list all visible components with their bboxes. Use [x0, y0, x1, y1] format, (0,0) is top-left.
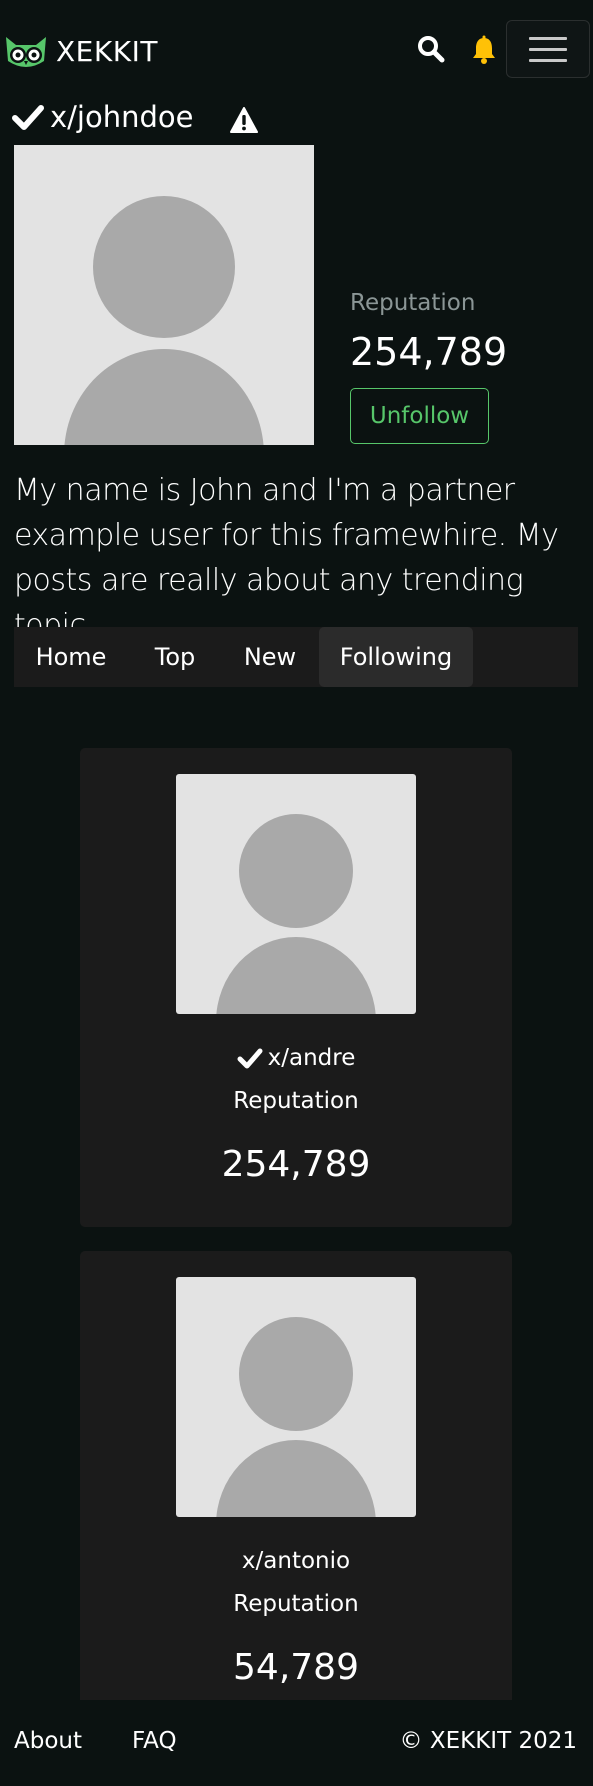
user-avatar	[176, 1277, 416, 1517]
brand-name: XEKKIT	[56, 34, 158, 68]
search-icon[interactable]	[415, 33, 447, 65]
reputation-value: 54,789	[233, 1647, 359, 1688]
tab-following[interactable]: Following	[319, 627, 473, 687]
following-username[interactable]: x/antonio	[80, 1548, 512, 1574]
brand-link[interactable]: XEKKIT	[4, 31, 158, 71]
reputation-label: Reputation	[233, 1591, 359, 1617]
hamburger-bar	[529, 48, 567, 51]
reputation-label: Reputation	[233, 1088, 359, 1114]
navbar: XEKKIT	[0, 0, 593, 96]
username-text: x/antonio	[241, 1548, 351, 1574]
following-card[interactable]: x/antonio Reputation 54,789	[80, 1251, 512, 1730]
verified-check-icon	[12, 105, 44, 130]
reputation-label: Reputation	[350, 290, 476, 316]
user-avatar	[176, 774, 416, 1014]
user-placeholder-icon	[216, 1317, 376, 1517]
profile-bio: My name is John and I'm a partner exampl…	[14, 473, 559, 643]
tab-top[interactable]: Top	[128, 627, 222, 687]
tab-new[interactable]: New	[222, 627, 318, 687]
footer: About FAQ © XEKKIT 2021	[0, 1700, 593, 1786]
report-warning-icon[interactable]	[230, 107, 258, 134]
menu-toggle-button[interactable]	[506, 20, 590, 78]
profile-username: x/johndoe	[50, 100, 194, 134]
user-placeholder-icon	[216, 814, 376, 1014]
profile-tabs: Home Top New Following	[14, 627, 578, 687]
footer-copyright: © XEKKIT 2021	[399, 1728, 577, 1754]
unfollow-button[interactable]: Unfollow	[350, 388, 489, 444]
hamburger-menu-icon	[529, 37, 567, 40]
following-username[interactable]: x/andre	[80, 1045, 512, 1071]
footer-about-link[interactable]: About	[14, 1728, 82, 1754]
hamburger-bar	[529, 59, 567, 62]
owl-logo-icon	[6, 37, 46, 67]
following-card[interactable]: x/andre Reputation 254,789	[80, 748, 512, 1227]
footer-faq-link[interactable]: FAQ	[132, 1728, 177, 1754]
verified-check-icon	[237, 1048, 263, 1069]
username-text: x/andre	[267, 1045, 356, 1071]
reputation-value: 254,789	[350, 330, 508, 374]
reputation-value: 254,789	[221, 1144, 371, 1185]
tab-home[interactable]: Home	[14, 627, 128, 687]
user-placeholder-icon	[64, 196, 264, 445]
profile-avatar	[14, 145, 314, 445]
profile-header: x/johndoe	[12, 97, 194, 137]
bell-icon[interactable]	[468, 33, 500, 65]
